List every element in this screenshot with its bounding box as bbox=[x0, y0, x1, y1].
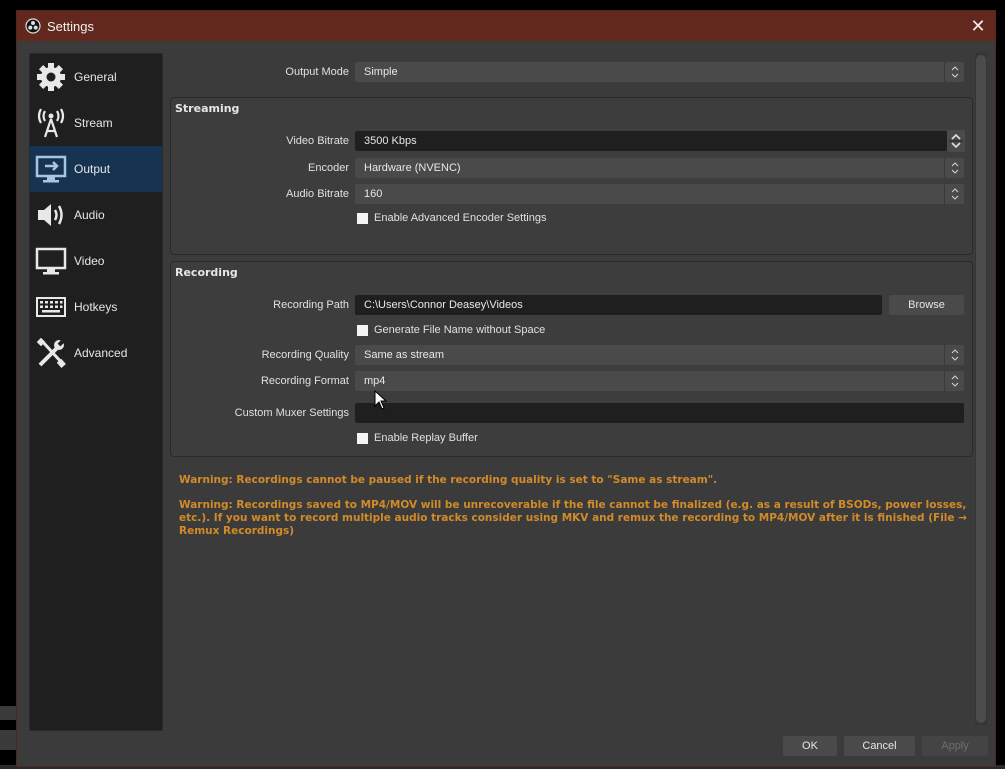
browse-button[interactable]: Browse bbox=[889, 295, 964, 315]
video-bitrate-spin-buttons[interactable] bbox=[947, 130, 965, 152]
checkbox-box bbox=[357, 212, 368, 224]
speaker-icon bbox=[34, 198, 68, 232]
warning-mp4: Warning: Recordings saved to MP4/MOV wil… bbox=[179, 499, 967, 537]
chevron-updown-icon bbox=[944, 345, 964, 365]
scrollbar-thumb[interactable] bbox=[976, 55, 986, 723]
video-bitrate-value: 3500 Kbps bbox=[364, 135, 417, 147]
audio-bitrate-select[interactable]: 160 bbox=[355, 184, 964, 204]
recording-path-label: Recording Path bbox=[273, 299, 349, 311]
encoder-label: Encoder bbox=[308, 162, 349, 174]
sidebar-item-audio[interactable]: Audio bbox=[30, 192, 162, 238]
sidebar-item-label: General bbox=[74, 70, 117, 84]
encoder-select[interactable]: Hardware (NVENC) bbox=[355, 158, 964, 178]
audio-bitrate-value: 160 bbox=[364, 188, 383, 200]
recording-format-select[interactable]: mp4 bbox=[355, 371, 964, 391]
sidebar-item-label: Advanced bbox=[74, 346, 128, 360]
output-settings-panel: Output Mode Simple Streaming Video Bitra… bbox=[169, 53, 975, 731]
cancel-button[interactable]: Cancel bbox=[844, 736, 915, 756]
replay-buffer-checkbox[interactable]: Enable Replay Buffer bbox=[357, 432, 478, 444]
mouse-cursor-icon bbox=[374, 390, 388, 410]
keyboard-icon bbox=[34, 290, 68, 324]
advanced-encoder-checkbox[interactable]: Enable Advanced Encoder Settings bbox=[357, 212, 546, 224]
recording-format-value: mp4 bbox=[364, 375, 386, 387]
monitor-arrow-icon bbox=[34, 152, 68, 186]
chevron-updown-icon bbox=[944, 62, 964, 82]
chevron-updown-icon bbox=[944, 158, 964, 178]
settings-sidebar: General Stream Output Audio Video Hotkey… bbox=[29, 53, 163, 731]
sidebar-item-label: Audio bbox=[74, 208, 105, 222]
sidebar-item-label: Video bbox=[74, 254, 105, 268]
vertical-scrollbar[interactable] bbox=[975, 53, 987, 725]
sidebar-item-general[interactable]: General bbox=[30, 54, 162, 100]
close-icon: ✕ bbox=[970, 15, 986, 37]
window-title: Settings bbox=[47, 18, 94, 34]
gear-icon bbox=[34, 60, 68, 94]
ok-button[interactable]: OK bbox=[783, 736, 837, 756]
sidebar-item-label: Hotkeys bbox=[74, 300, 118, 314]
no-space-filename-checkbox[interactable]: Generate File Name without Space bbox=[357, 324, 545, 336]
sidebar-item-advanced[interactable]: Advanced bbox=[30, 330, 162, 376]
recording-quality-select[interactable]: Same as stream bbox=[355, 345, 964, 365]
video-bitrate-spinbox[interactable]: 3500 Kbps bbox=[355, 131, 947, 151]
spin-arrows-icon bbox=[949, 133, 963, 149]
encoder-value: Hardware (NVENC) bbox=[364, 162, 461, 174]
obs-logo-icon bbox=[25, 18, 41, 34]
recording-quality-value: Same as stream bbox=[364, 349, 445, 361]
warning-pause: Warning: Recordings cannot be paused if … bbox=[179, 474, 718, 486]
sidebar-item-label: Stream bbox=[74, 116, 113, 130]
output-mode-select[interactable]: Simple bbox=[355, 62, 964, 82]
sidebar-item-label: Output bbox=[74, 162, 111, 176]
apply-button[interactable]: Apply bbox=[922, 736, 988, 756]
output-mode-value: Simple bbox=[364, 66, 398, 78]
recording-format-label: Recording Format bbox=[260, 375, 349, 387]
checkbox-label: Enable Replay Buffer bbox=[374, 432, 478, 444]
output-mode-label: Output Mode bbox=[285, 66, 349, 78]
custom-muxer-label: Custom Muxer Settings bbox=[234, 407, 349, 419]
chevron-updown-icon bbox=[944, 371, 964, 391]
checkbox-box bbox=[357, 324, 368, 336]
custom-muxer-input[interactable] bbox=[355, 403, 964, 423]
sidebar-item-video[interactable]: Video bbox=[30, 238, 162, 284]
checkbox-label: Generate File Name without Space bbox=[374, 324, 546, 336]
chevron-updown-icon bbox=[944, 184, 964, 204]
close-button[interactable]: ✕ bbox=[967, 15, 989, 37]
recording-path-input[interactable]: C:\Users\Connor Deasey\Videos bbox=[355, 295, 882, 315]
title-bar: Settings ✕ bbox=[17, 11, 995, 41]
recording-quality-label: Recording Quality bbox=[261, 349, 349, 361]
video-bitrate-label: Video Bitrate bbox=[286, 135, 349, 147]
checkbox-box bbox=[357, 432, 368, 444]
audio-bitrate-label: Audio Bitrate bbox=[286, 188, 349, 200]
wrench-screwdriver-icon bbox=[34, 336, 68, 370]
sidebar-item-stream[interactable]: Stream bbox=[30, 100, 162, 146]
recording-group-title: Recording bbox=[175, 266, 238, 279]
monitor-icon bbox=[34, 244, 68, 278]
sidebar-item-hotkeys[interactable]: Hotkeys bbox=[30, 284, 162, 330]
sidebar-item-output[interactable]: Output bbox=[30, 146, 162, 192]
settings-window: Settings ✕ General Stream Output Audio V… bbox=[16, 10, 996, 767]
streaming-group-title: Streaming bbox=[175, 102, 240, 115]
checkbox-label: Enable Advanced Encoder Settings bbox=[374, 212, 547, 224]
antenna-icon bbox=[34, 106, 68, 140]
recording-path-value: C:\Users\Connor Deasey\Videos bbox=[364, 299, 523, 311]
